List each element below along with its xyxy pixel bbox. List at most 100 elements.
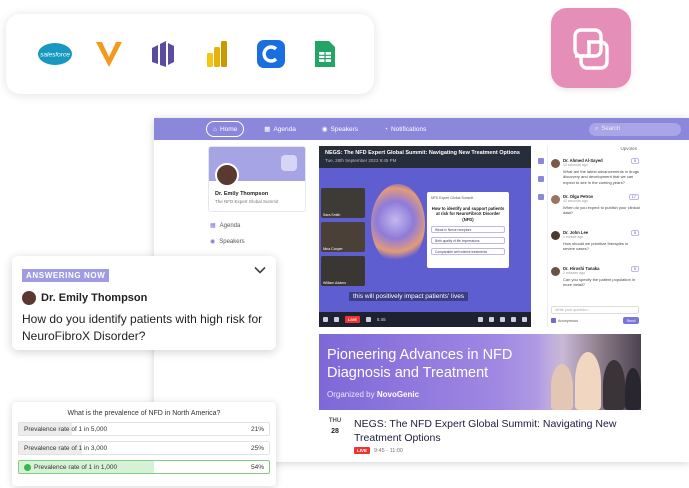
video-time: 5:45 [376,317,386,322]
poll-option-percent: 54% [250,464,264,471]
nav-home[interactable]: ⌂ Home [206,121,245,137]
sidebar-item-agenda[interactable]: ▦ Agenda [210,222,241,230]
poll-option-text: Prevalence rate of 1 in 5,000 [24,426,108,433]
sidebar-item-label: Speakers [219,238,245,245]
calendar-icon: ▦ [264,126,271,133]
video-player[interactable]: NEGS: The NFD Expert Global Summit: Navi… [319,146,531,327]
sidebar-item-label: Agenda [219,222,241,229]
checkbox-icon [551,318,556,323]
google-sheets-icon [306,35,344,73]
video-controls: LIVE 5:45 [319,312,531,327]
speaker-icon: ◉ [210,239,216,245]
live-badge: LIVE [354,447,371,454]
poll-option[interactable]: Prevalence rate of 1 in 3,000 25% [18,441,270,455]
nav-agenda-label: Agenda [273,125,296,133]
chevron-down-icon[interactable] [254,266,266,274]
qa-icon[interactable] [537,176,544,182]
live-caption: this will positively impact patients' li… [349,292,469,301]
captions-icon[interactable] [478,317,483,322]
event-day: THU [328,418,342,424]
list-item: Dr. Olga Petrov 42 seconds ago When do y… [551,194,641,226]
list-item: Dr. John Lee 1 minute ago How should we … [551,230,641,262]
message-text: What are the latest advancements in drug… [563,169,640,185]
speaker-name: Dr. Emily Thompson [41,292,148,304]
participant-video: Nina Cooper [321,222,365,252]
event-item[interactable]: THU 28 NEGS: The NFD Expert Global Summi… [319,414,641,462]
answering-now-badge: ANSWERING NOW [22,269,110,282]
upvote-button[interactable]: 5 [630,158,639,164]
avatar [551,267,560,276]
live-badge: LIVE [345,316,360,323]
poll-option-label: Prevalence rate of 1 in 3,000 [24,445,107,452]
sort-dropdown[interactable]: Upvotes [551,146,641,154]
fullscreen-icon[interactable] [511,317,516,322]
organizer-name: NovoGenic [376,390,420,399]
event-banner[interactable]: Pioneering Advances in NFD Diagnosis and… [319,334,641,410]
nav-speakers-label: Speakers [330,125,358,133]
bell-icon: ◔ [384,125,388,133]
banner-title-line: Pioneering Advances in NFD [327,347,513,363]
poll-option-label: Prevalence rate of 1 in 5,000 [24,426,107,433]
upvote-button[interactable]: 5 [630,266,639,272]
audience-photo [537,334,641,410]
answering-speaker: Dr. Emily Thompson [22,291,266,305]
profile-subtitle: The NFD Expert Global Summit [215,199,279,204]
qa-panel: Upvotes Dr. Ahmed Al-Sayed 10 seconds ag… [551,146,641,327]
video-date: Tue, 28th September 2023 9:45 PM [325,158,397,163]
banner-organizer: Organized by NovoGenic [327,390,419,399]
poll-icon[interactable] [537,194,544,200]
marketo-icon [144,35,182,73]
poll-question: What is the prevalence of NFD in North A… [67,410,221,417]
event-title: NEGS: The NFD Expert Global Summit: Navi… [354,418,617,444]
avatar [551,195,560,204]
app-logo-icon [573,28,609,70]
expand-icon[interactable] [522,317,527,322]
upvote-button[interactable]: 5 [630,230,639,236]
search-placeholder: Search [601,126,621,132]
anonymous-label: Anonymous [558,318,579,323]
settings-icon[interactable] [489,317,494,322]
poll-option-percent: 25% [250,445,264,452]
camera-icon[interactable] [365,317,371,322]
slide-option: Birth quality of life impressions [431,237,505,245]
chat-icon[interactable] [537,158,544,164]
avatar [22,291,36,305]
salesforce-icon: salesforce [36,35,74,73]
sidebar-item-speakers[interactable]: ◉ Speakers [210,238,245,246]
home-icon: ⌂ [213,125,217,133]
stop-icon[interactable] [323,317,328,322]
nav-notifications[interactable]: ◔ Notifications [378,121,432,137]
poll-option[interactable]: Prevalence rate of 1 in 5,000 21% [18,422,270,436]
volume-icon[interactable] [334,317,339,322]
message-time: 1 minute ago [563,235,584,239]
chat-icon-rail [534,146,548,327]
anonymous-toggle[interactable]: Anonymous [551,318,578,323]
poll-option-text: Prevalence rate of 1 in 3,000 [24,445,108,452]
poll-option-selected[interactable]: Prevalence rate of 1 in 1,000 54% [18,460,270,474]
profile-name: Dr. Emily Thompson [215,191,269,197]
event-time: 9:45 - 11:00 [374,447,403,454]
check-icon [24,464,31,471]
send-button[interactable]: Send [623,317,639,324]
slide-option: Weak in Nerve receptors [431,226,505,234]
avatar [215,163,239,187]
banner-title: Pioneering Advances in NFD Diagnosis and… [327,346,542,382]
upvote-button[interactable]: 17 [628,194,639,200]
search-icon: ⌕ [595,125,599,132]
poll-option-text: Prevalence rate of 1 in 1,000 [34,464,118,471]
participant-name: Nina Cooper [323,247,343,251]
profile-card[interactable]: Dr. Emily Thompson The NFD Expert Global… [208,146,306,212]
nav-speakers[interactable]: ◉ Speakers [316,121,364,137]
app-logo [551,8,631,88]
question-input[interactable]: Write your question... [551,306,639,314]
presentation-slide: NFD Expert Global Summit How to identify… [427,192,509,268]
poll-option-percent: 21% [250,426,264,433]
search-input[interactable]: ⌕ Search [589,122,681,136]
top-navigation: ⌂ Home ▦ Agenda ◉ Speakers ◔ Notificatio… [154,118,689,140]
video-title: NEGS: The NFD Expert Global Summit: Navi… [325,150,520,156]
nav-agenda[interactable]: ▦ Agenda [258,121,302,137]
integrations-card: salesforce [6,14,374,94]
answering-question: How do you identify patients with high r… [22,312,263,343]
pip-icon[interactable] [500,317,505,322]
speaker-icon: ◉ [321,126,328,133]
